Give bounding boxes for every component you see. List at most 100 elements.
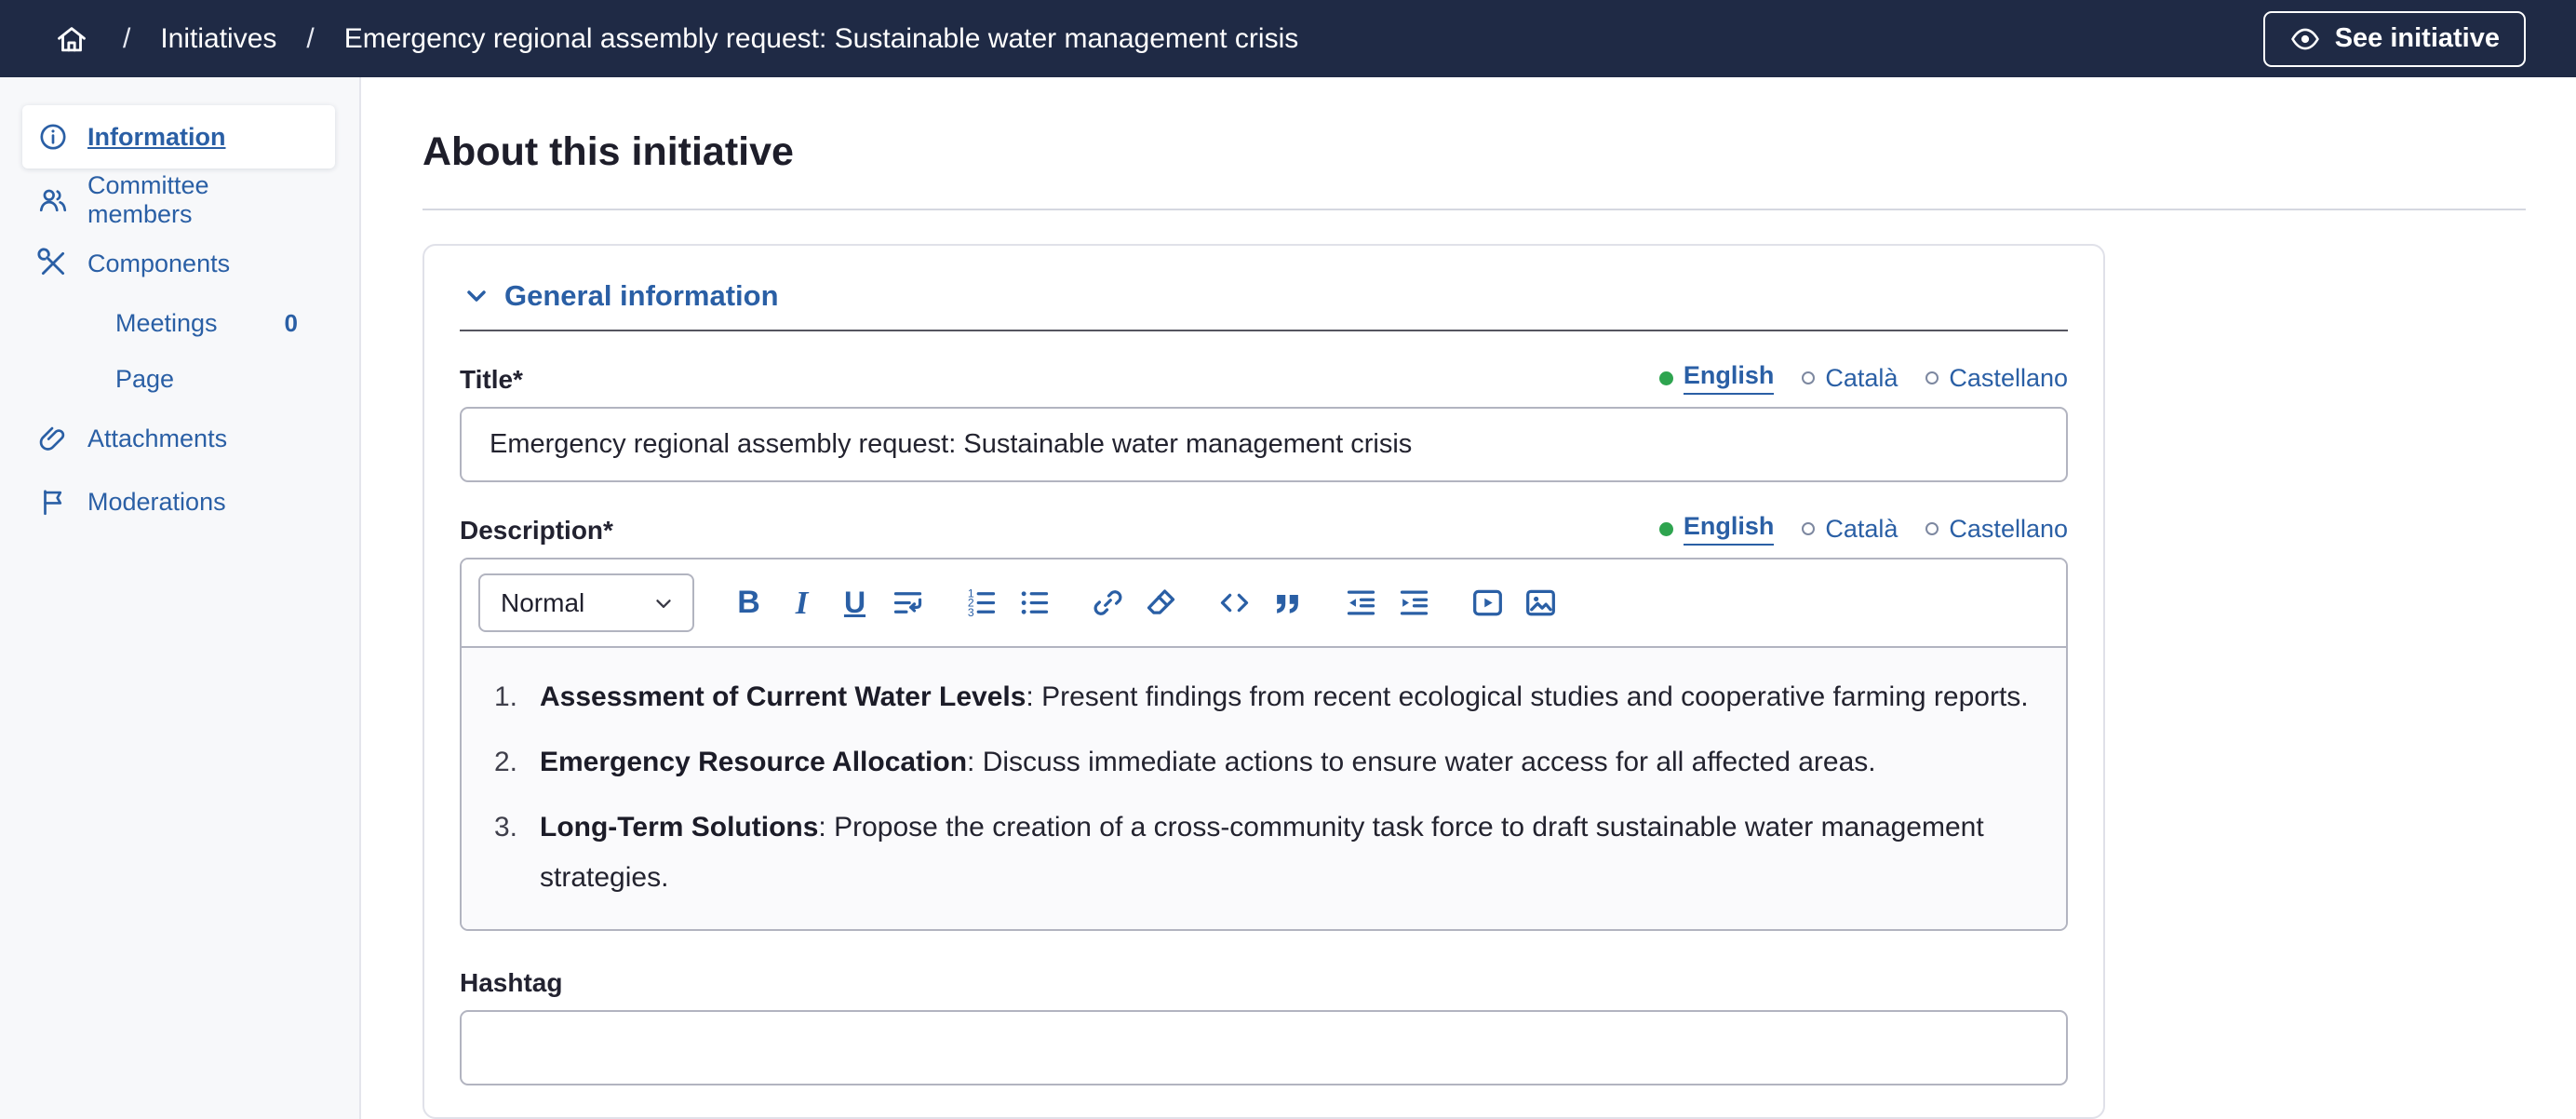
tools-icon (37, 248, 69, 279)
sidebar-item-information[interactable]: Information (22, 105, 335, 169)
inactive-language-dot (1925, 371, 1939, 384)
language-tab-english[interactable]: English (1659, 512, 1775, 546)
sidebar-item-label: Meetings (115, 309, 218, 338)
language-tab-castellano[interactable]: Castellano (1925, 364, 2068, 393)
underline-icon: U (844, 586, 865, 620)
link-icon (1090, 585, 1126, 621)
language-label: English (1684, 361, 1775, 395)
image-icon (1523, 585, 1559, 621)
quote-icon (1269, 585, 1306, 621)
main-content: About this initiative General informatio… (361, 77, 2576, 1119)
link-button[interactable] (1081, 576, 1134, 629)
see-initiative-button[interactable]: See initiative (2263, 11, 2526, 67)
list-item-text: : Discuss immediate actions to ensure wa… (967, 747, 1876, 777)
video-icon (1469, 585, 1506, 621)
blockquote-button[interactable] (1261, 576, 1314, 629)
list-item-bold: Assessment of Current Water Levels (540, 681, 1026, 712)
bullet-list-icon (1016, 585, 1053, 621)
sidebar-item-attachments[interactable]: Attachments (22, 407, 335, 470)
sidebar-item-label: Page (115, 365, 174, 394)
ordered-list-icon: 1 2 3 (963, 585, 1000, 621)
sidebar-item-label: Moderations (87, 488, 226, 517)
indent-icon (1396, 585, 1432, 621)
sidebar-item-label: Information (87, 123, 226, 152)
title-language-selector: English Català Castellano (1659, 361, 2068, 395)
flag-icon (37, 486, 69, 518)
paragraph-style-select[interactable]: Normal (478, 573, 694, 632)
language-label: Castellano (1949, 515, 2068, 544)
language-label: Català (1825, 515, 1898, 544)
code-block-button[interactable] (1208, 576, 1261, 629)
clear-formatting-button[interactable] (1134, 576, 1187, 629)
topbar: / Initiatives / Emergency regional assem… (0, 0, 2576, 77)
inactive-language-dot (1925, 522, 1939, 535)
language-tab-catala[interactable]: Català (1802, 364, 1898, 393)
section-title: General information (504, 279, 779, 313)
title-field-label: Title* (460, 365, 523, 395)
breadcrumb-current-page: Emergency regional assembly request: Sus… (344, 23, 1299, 55)
bold-button[interactable]: B (722, 576, 775, 629)
sidebar-item-committee-members[interactable]: Committee members (22, 169, 335, 232)
list-item: 1. Assessment of Current Water Levels: P… (462, 672, 2038, 722)
home-icon[interactable] (50, 18, 93, 61)
bold-icon: B (737, 585, 760, 621)
breadcrumb-separator: / (123, 23, 130, 55)
inactive-language-dot (1802, 522, 1815, 535)
language-label: Castellano (1949, 364, 2068, 393)
title-input[interactable] (460, 407, 2068, 482)
sidebar-item-label: Attachments (87, 425, 227, 453)
language-tab-english[interactable]: English (1659, 361, 1775, 395)
eye-icon (2289, 23, 2321, 55)
eraser-icon (1143, 585, 1179, 621)
rich-text-editor-content[interactable]: 1. Assessment of Current Water Levels: P… (462, 648, 2066, 929)
ordered-list-button[interactable]: 1 2 3 (955, 576, 1008, 629)
page-title: About this initiative (423, 129, 2526, 175)
language-label: English (1684, 512, 1775, 546)
sidebar-item-label: Components (87, 249, 230, 278)
sidebar: Information Committee members Components… (0, 77, 361, 1119)
video-embed-button[interactable] (1461, 576, 1514, 629)
hashtag-field-label: Hashtag (460, 968, 2068, 998)
general-information-panel: General information Title* English Catal… (423, 244, 2105, 1119)
list-item: 2. Emergency Resource Allocation: Discus… (462, 737, 2038, 788)
users-icon (37, 184, 69, 216)
active-language-dot (1659, 522, 1673, 536)
chevron-down-icon (651, 591, 676, 615)
outdent-icon (1343, 585, 1379, 621)
general-information-toggle[interactable]: General information (460, 268, 2068, 331)
description-language-selector: English Català Castellano (1659, 512, 2068, 546)
image-button[interactable] (1514, 576, 1567, 629)
breadcrumb-initiatives[interactable]: Initiatives (160, 23, 276, 55)
hashtag-input[interactable] (460, 1010, 2068, 1085)
list-number: 1. (462, 672, 517, 722)
line-break-button[interactable] (881, 576, 934, 629)
paragraph-style-value: Normal (501, 588, 584, 618)
chevron-down-icon (462, 281, 491, 311)
sidebar-item-components[interactable]: Components (22, 232, 335, 295)
list-item-bold: Emergency Resource Allocation (540, 747, 967, 777)
active-language-dot (1659, 371, 1673, 385)
paperclip-icon (37, 423, 69, 454)
underline-button[interactable]: U (828, 576, 881, 629)
svg-text:3: 3 (968, 606, 974, 619)
info-icon (37, 121, 69, 153)
bullet-list-button[interactable] (1008, 576, 1061, 629)
list-item-bold: Long-Term Solutions (540, 812, 818, 843)
language-label: Català (1825, 364, 1898, 393)
indent-button[interactable] (1388, 576, 1441, 629)
meetings-count-badge: 0 (285, 309, 298, 338)
outdent-button[interactable] (1335, 576, 1388, 629)
description-field-label: Description* (460, 516, 613, 546)
language-tab-catala[interactable]: Català (1802, 515, 1898, 544)
description-rich-text-editor: Normal B I U (460, 558, 2068, 931)
list-item: 3. Long-Term Solutions: Propose the crea… (462, 802, 2038, 903)
italic-button[interactable]: I (775, 576, 828, 629)
sidebar-item-page[interactable]: Page (115, 351, 335, 407)
editor-toolbar: Normal B I U (462, 560, 2066, 648)
language-tab-castellano[interactable]: Castellano (1925, 515, 2068, 544)
code-icon (1216, 585, 1253, 621)
sidebar-item-label: Committee members (87, 171, 320, 229)
list-item-text: : Present findings from recent ecologica… (1026, 681, 2028, 712)
sidebar-item-moderations[interactable]: Moderations (22, 470, 335, 533)
sidebar-item-meetings[interactable]: Meetings 0 (115, 295, 335, 351)
